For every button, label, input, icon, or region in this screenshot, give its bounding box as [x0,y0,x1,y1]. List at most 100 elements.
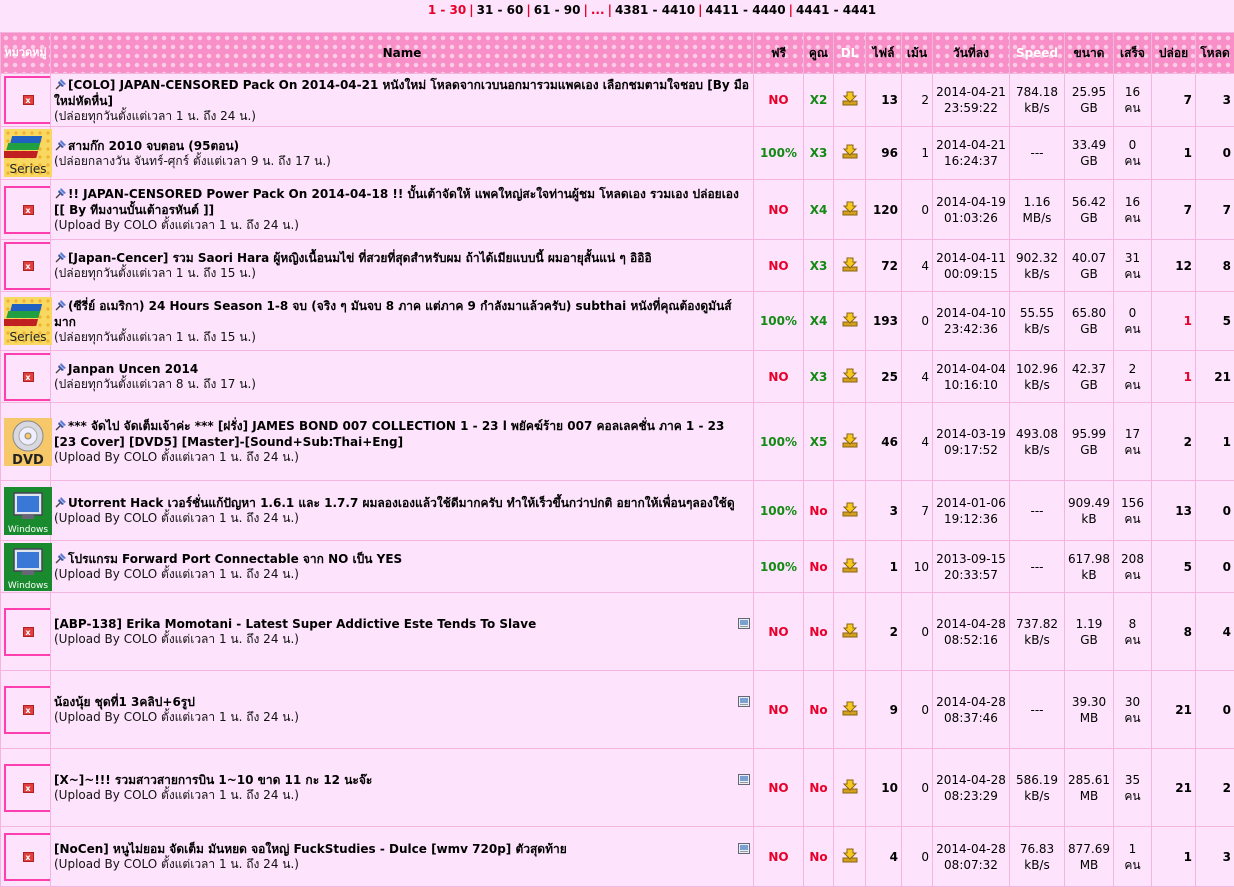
windows-category-icon[interactable]: Windows [4,487,52,535]
completed-count[interactable]: 8คน [1114,593,1152,671]
torrent-title[interactable]: Janpan Uncen 2014 [54,361,750,377]
leechers-count[interactable]: 3 [1196,74,1234,127]
torrent-title[interactable]: !! JAPAN-CENSORED Power Pack On 2014-04-… [54,186,750,218]
files-count[interactable]: 13 [866,74,902,127]
broken-image-icon[interactable]: x [4,353,52,401]
download-icon[interactable] [842,502,858,517]
files-count[interactable]: 25 [866,351,902,403]
seeders-count[interactable]: 13 [1152,481,1196,541]
download-cell[interactable] [834,541,866,593]
comments-count[interactable]: 0 [902,671,933,749]
download-icon[interactable] [842,312,858,327]
comments-count[interactable]: 0 [902,292,933,351]
header-files[interactable]: ไฟล์ [866,33,902,74]
download-cell[interactable] [834,127,866,180]
download-cell[interactable] [834,403,866,481]
leechers-count[interactable]: 7 [1196,180,1234,240]
download-icon[interactable] [842,779,858,794]
comments-count[interactable]: 4 [902,240,933,292]
seeders-count[interactable]: 5 [1152,541,1196,593]
leechers-count[interactable]: 0 [1196,541,1234,593]
torrent-title-text[interactable]: Utorrent Hack เวอร์ชั่นแก้ปัญหา 1.6.1 แล… [68,496,735,510]
comments-count[interactable]: 0 [902,180,933,240]
pager-link[interactable]: 31 - 60 [477,3,524,17]
broken-image-icon[interactable]: x [4,764,52,812]
header-seeders[interactable]: ปล่อย [1152,33,1196,74]
completed-count[interactable]: 208คน [1114,541,1152,593]
seeders-count[interactable]: 1 [1152,127,1196,180]
leechers-count[interactable]: 4 [1196,593,1234,671]
torrent-title-text[interactable]: สามก๊ก 2010 จบตอน (95ตอน) [68,139,239,153]
seeders-count[interactable]: 1 [1152,351,1196,403]
download-cell[interactable] [834,749,866,827]
seeders-count[interactable]: 1 [1152,827,1196,887]
seeders-count[interactable]: 1 [1152,292,1196,351]
download-icon[interactable] [842,848,858,863]
comments-count[interactable]: 4 [902,351,933,403]
broken-image-icon[interactable]: x [4,833,52,881]
broken-image-icon[interactable]: x [4,76,52,124]
download-cell[interactable] [834,671,866,749]
leechers-count[interactable]: 5 [1196,292,1234,351]
download-icon[interactable] [842,623,858,638]
header-dl[interactable]: DL [834,33,866,74]
comments-count[interactable]: 0 [902,749,933,827]
torrent-title[interactable]: [NoCen] หนูไม่ยอม จัดเต็ม มันหยด จอใหญ่ … [54,841,750,857]
files-count[interactable]: 9 [866,671,902,749]
leechers-count[interactable]: 8 [1196,240,1234,292]
files-count[interactable]: 10 [866,749,902,827]
header-completed[interactable]: เสร็จ [1114,33,1152,74]
torrent-title[interactable]: *** จัดไป จัดเต็มเจ้าค่ะ *** [ฝรั่ง] JAM… [54,418,750,450]
header-date[interactable]: วันที่ลง [933,33,1010,74]
seeders-count[interactable]: 7 [1152,74,1196,127]
download-icon[interactable] [842,368,858,383]
files-count[interactable]: 193 [866,292,902,351]
pager-link[interactable]: 61 - 90 [534,3,581,17]
download-icon[interactable] [842,144,858,159]
comments-count[interactable]: 7 [902,481,933,541]
header-free[interactable]: ฟรี [754,33,804,74]
header-multiplier[interactable]: คูณ [804,33,834,74]
download-cell[interactable] [834,74,866,127]
torrent-title-text[interactable]: (ซีรี่ย์ อเมริกา) 24 Hours Season 1-8 จบ… [54,299,732,329]
header-leechers[interactable]: โหลด [1196,33,1234,74]
broken-image-icon[interactable]: x [4,186,52,234]
torrent-title-text[interactable]: *** จัดไป จัดเต็มเจ้าค่ะ *** [ฝรั่ง] JAM… [54,419,724,449]
torrent-title[interactable]: [Japan-Cencer] รวม Saori Hara ผู้หญิงเนื… [54,250,750,266]
torrent-title-text[interactable]: [ABP-138] Erika Momotani - Latest Super … [54,617,536,631]
comments-count[interactable]: 0 [902,827,933,887]
broken-image-icon[interactable]: x [4,608,52,656]
completed-count[interactable]: 156คน [1114,481,1152,541]
leechers-count[interactable]: 0 [1196,671,1234,749]
torrent-title[interactable]: น้องนุ้ย ชุดที่1 3คลิป+6รูป [54,694,750,710]
header-size[interactable]: ขนาด [1065,33,1114,74]
download-cell[interactable] [834,180,866,240]
files-count[interactable]: 3 [866,481,902,541]
seeders-count[interactable]: 21 [1152,671,1196,749]
completed-count[interactable]: 31คน [1114,240,1152,292]
leechers-count[interactable]: 2 [1196,749,1234,827]
pager-link[interactable]: 4411 - 4440 [705,3,785,17]
leechers-count[interactable]: 21 [1196,351,1234,403]
files-count[interactable]: 46 [866,403,902,481]
files-count[interactable]: 1 [866,541,902,593]
files-count[interactable]: 120 [866,180,902,240]
leechers-count[interactable]: 3 [1196,827,1234,887]
completed-count[interactable]: 0คน [1114,127,1152,180]
comments-count[interactable]: 10 [902,541,933,593]
torrent-title[interactable]: สามก๊ก 2010 จบตอน (95ตอน) [54,138,750,154]
download-icon[interactable] [842,701,858,716]
torrent-title-text[interactable]: [X~]~!!! รวมสาวสายการบิน 1~10 ขาด 11 กะ … [54,773,372,787]
leechers-count[interactable]: 0 [1196,481,1234,541]
completed-count[interactable]: 30คน [1114,671,1152,749]
files-count[interactable]: 96 [866,127,902,180]
torrent-title[interactable]: Utorrent Hack เวอร์ชั่นแก้ปัญหา 1.6.1 แล… [54,495,750,511]
pager-link[interactable]: ... [591,3,605,17]
torrent-title[interactable]: (ซีรี่ย์ อเมริกา) 24 Hours Season 1-8 จบ… [54,298,750,330]
completed-count[interactable]: 17คน [1114,403,1152,481]
dvd-category-icon[interactable]: DVD [4,418,52,466]
seeders-count[interactable]: 8 [1152,593,1196,671]
torrent-title-text[interactable]: โปรแกรม Forward Port Connectable จาก NO … [68,552,402,566]
comments-count[interactable]: 1 [902,127,933,180]
completed-count[interactable]: 35คน [1114,749,1152,827]
